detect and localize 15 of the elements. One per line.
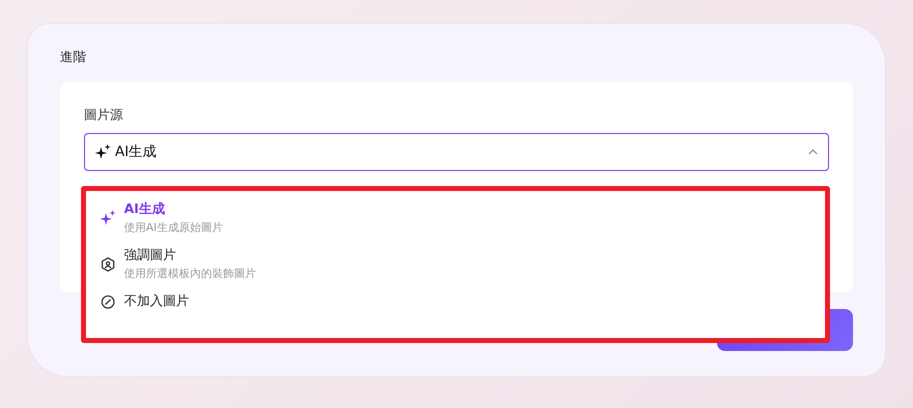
image-source-dropdown[interactable]: AI生成 bbox=[84, 133, 829, 171]
option-title: AI生成 bbox=[124, 201, 166, 218]
sparkle-icon bbox=[95, 144, 111, 160]
dropdown-option[interactable]: 不加入圖片 bbox=[100, 293, 825, 310]
sparkle-icon bbox=[100, 210, 116, 226]
option-description: 使用AI生成原始圖片 bbox=[124, 221, 223, 235]
section-title: 進階 bbox=[60, 49, 87, 67]
option-description: 使用所選模板內的裝飾圖片 bbox=[124, 267, 256, 281]
field-label: 圖片源 bbox=[84, 107, 124, 124]
option-title: 不加入圖片 bbox=[124, 293, 189, 310]
dropdown-option[interactable]: 強調圖片 使用所選模板內的裝飾圖片 bbox=[100, 247, 825, 281]
prohibited-icon bbox=[101, 294, 115, 308]
option-title: 強調圖片 bbox=[124, 247, 177, 264]
hexagon-icon bbox=[101, 256, 115, 272]
dropdown-option[interactable]: AI生成 使用AI生成原始圖片 bbox=[100, 201, 825, 235]
